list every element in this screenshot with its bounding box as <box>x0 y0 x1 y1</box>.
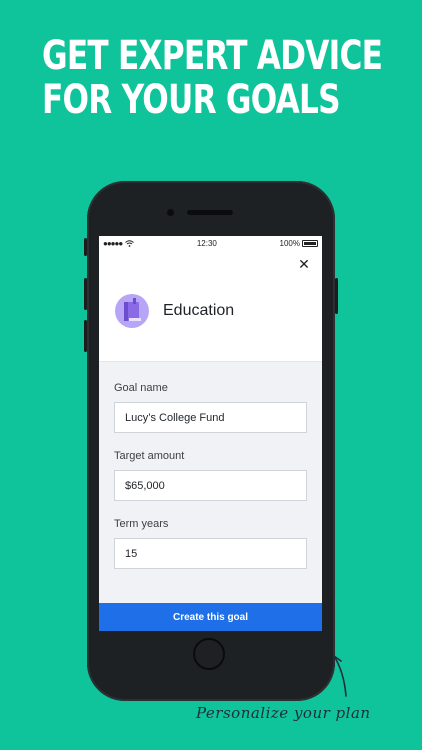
status-bar: ●●●●● 12:30 100% <box>99 236 322 250</box>
goal-header: ✕ Education <box>99 250 322 361</box>
phone-screen: ●●●●● 12:30 100% ✕ Education Goal name L… <box>99 236 322 631</box>
tagline: Personalize your plan <box>196 704 371 722</box>
speaker-grille <box>187 210 233 215</box>
goal-name-input[interactable]: Lucy’s College Fund <box>114 402 307 433</box>
headline: GET EXPERT ADVICE FOR YOUR GOALS <box>42 33 383 123</box>
term-years-label: Term years <box>114 518 169 530</box>
create-goal-button[interactable]: Create this goal <box>99 603 322 631</box>
power-button <box>335 278 338 314</box>
headline-line-2: FOR YOUR GOALS <box>42 77 341 123</box>
goal-title: Education <box>163 302 235 319</box>
target-amount-label: Target amount <box>114 450 185 462</box>
goal-name-label: Goal name <box>114 382 168 394</box>
term-years-input[interactable]: 15 <box>114 538 307 569</box>
book-icon <box>115 294 149 328</box>
goal-form: Goal name Lucy’s College Fund Target amo… <box>99 361 322 603</box>
headline-line-1: GET EXPERT ADVICE <box>42 33 383 79</box>
arrow-icon <box>333 655 347 697</box>
home-button[interactable] <box>193 638 225 670</box>
wifi-icon <box>125 239 135 247</box>
battery-icon <box>301 239 318 247</box>
close-icon[interactable]: ✕ <box>296 256 312 272</box>
battery-percent: 100% <box>279 238 300 248</box>
target-amount-input[interactable]: $65,000 <box>114 470 307 501</box>
signal-icon: ●●●●● <box>103 238 123 248</box>
status-time: 12:30 <box>196 238 217 248</box>
camera-icon <box>167 209 174 216</box>
